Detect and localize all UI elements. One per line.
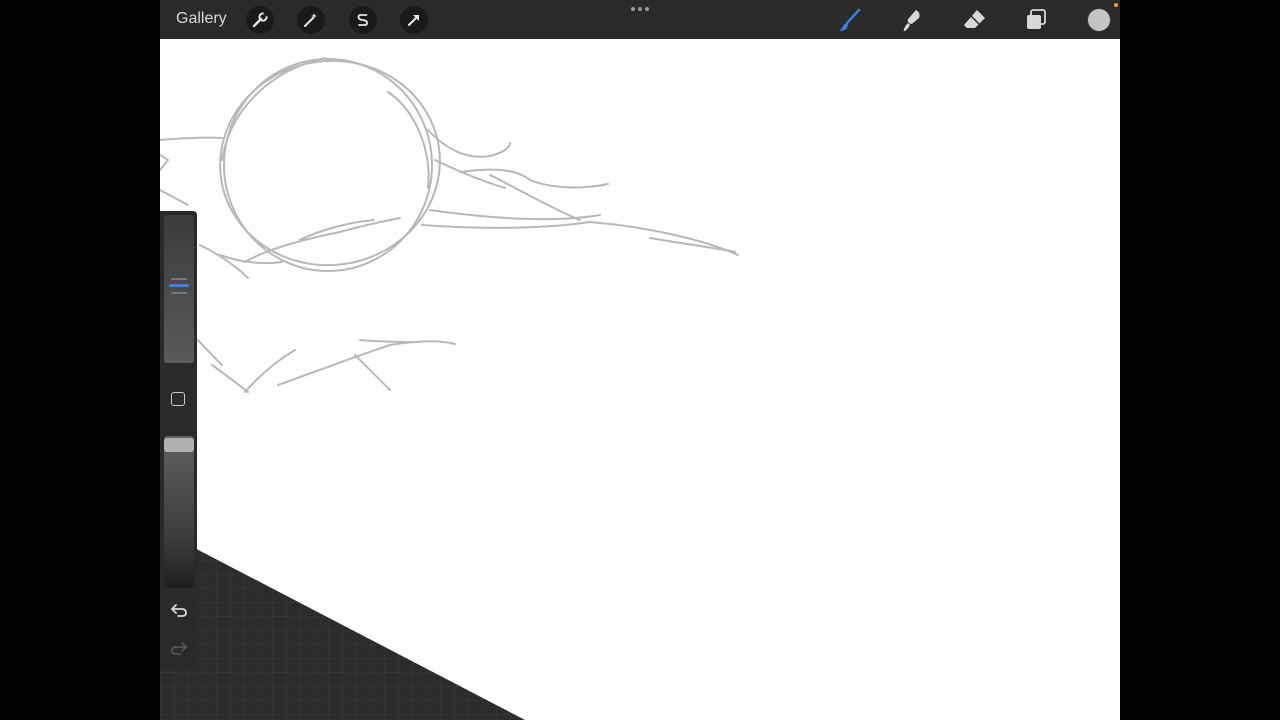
status-indicator-dot xyxy=(1114,3,1118,7)
transform-button[interactable] xyxy=(400,6,428,34)
gallery-button[interactable]: Gallery xyxy=(176,10,227,28)
more-dots-icon[interactable] xyxy=(630,2,650,16)
top-toolbar: Gallery xyxy=(160,0,1120,39)
brush-size-handle[interactable] xyxy=(169,276,189,296)
smudge-tool-button[interactable] xyxy=(898,6,926,34)
selection-button[interactable] xyxy=(349,6,377,34)
brush-icon xyxy=(839,8,861,31)
wrench-icon xyxy=(252,12,268,28)
brush-size-slider[interactable] xyxy=(164,215,194,363)
actions-button[interactable] xyxy=(246,6,274,34)
arrow-cursor-icon xyxy=(408,15,419,26)
undo-icon[interactable] xyxy=(169,600,189,620)
modify-button[interactable] xyxy=(171,392,185,406)
paint-tool-button[interactable] xyxy=(836,6,864,34)
left-sidebar xyxy=(160,211,197,669)
brush-opacity-slider[interactable] xyxy=(164,436,194,588)
erase-tool-button[interactable] xyxy=(960,6,988,34)
brush-opacity-handle[interactable] xyxy=(164,438,194,452)
procreate-app: Gallery xyxy=(160,0,1120,720)
selection-s-icon xyxy=(357,14,368,26)
drawing-canvas[interactable] xyxy=(160,0,1120,720)
adjustments-button[interactable] xyxy=(297,6,325,34)
eraser-icon xyxy=(964,10,985,28)
layers-icon xyxy=(1027,9,1046,29)
magic-wand-icon xyxy=(304,13,317,27)
redo-icon[interactable] xyxy=(169,638,189,658)
smudge-icon xyxy=(903,10,920,31)
color-picker-button[interactable] xyxy=(1087,8,1111,32)
layers-button[interactable] xyxy=(1022,6,1050,34)
